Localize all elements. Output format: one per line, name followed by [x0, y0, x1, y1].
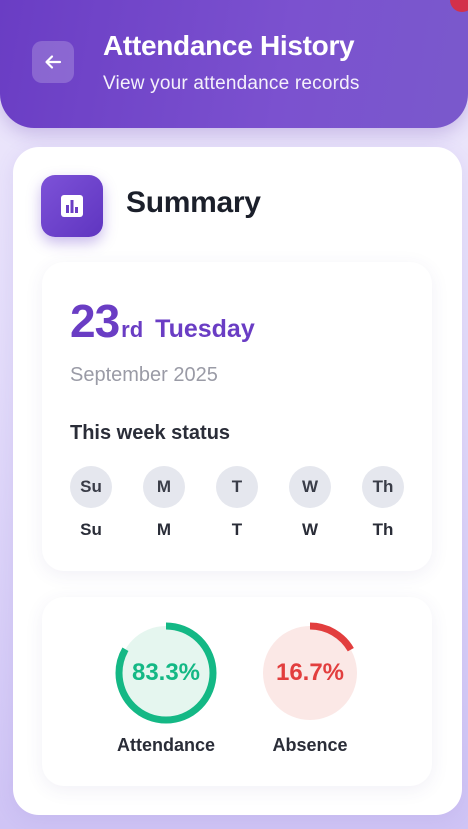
month-year: September 2025: [70, 364, 218, 386]
absence-percent: 16.7%: [275, 659, 345, 686]
week-day-tuesday[interactable]: T T: [216, 466, 258, 540]
stats-card: [42, 597, 432, 786]
week-day-thursday[interactable]: Th Th: [362, 466, 404, 540]
weekday-name: Tuesday: [155, 315, 255, 343]
day-label: Su: [80, 520, 102, 539]
page-subtitle: View your attendance records: [103, 73, 360, 94]
week-status-label: This week status: [70, 422, 231, 444]
day-label: T: [231, 520, 243, 539]
day-label: W: [301, 520, 319, 539]
day-status-circle: Su: [70, 466, 112, 508]
day-status-circle: M: [143, 466, 185, 508]
day-status-circle: W: [289, 466, 331, 508]
day-label: M: [156, 520, 172, 539]
week-day-sunday[interactable]: Su Su: [70, 466, 112, 540]
header-bar: Attendance History View your attendance …: [0, 0, 468, 128]
current-date: 23 rd Tuesday: [70, 294, 255, 348]
day-label: Th: [372, 520, 394, 539]
day-number: 23: [70, 295, 120, 347]
week-day-monday[interactable]: M M: [143, 466, 185, 540]
back-button[interactable]: [32, 41, 74, 83]
page-title: Attendance History: [103, 30, 355, 61]
day-suffix: rd: [121, 317, 144, 342]
summary-title: Summary: [126, 186, 261, 219]
attendance-percent: 83.3%: [131, 659, 201, 686]
attendance-ring: 83.3%: [113, 620, 219, 726]
day-status-circle: Th: [362, 466, 404, 508]
notification-dot: [450, 0, 468, 12]
day-status-circle: T: [216, 466, 258, 508]
attendance-label: Attendance: [116, 735, 215, 755]
bar-chart-icon: [61, 195, 83, 217]
arrow-left-icon: [45, 55, 62, 69]
absence-label: Absence: [272, 735, 348, 755]
absence-ring: 16.7%: [257, 620, 363, 726]
summary-icon-tile: [41, 175, 103, 237]
week-day-wednesday[interactable]: W W: [289, 466, 331, 540]
